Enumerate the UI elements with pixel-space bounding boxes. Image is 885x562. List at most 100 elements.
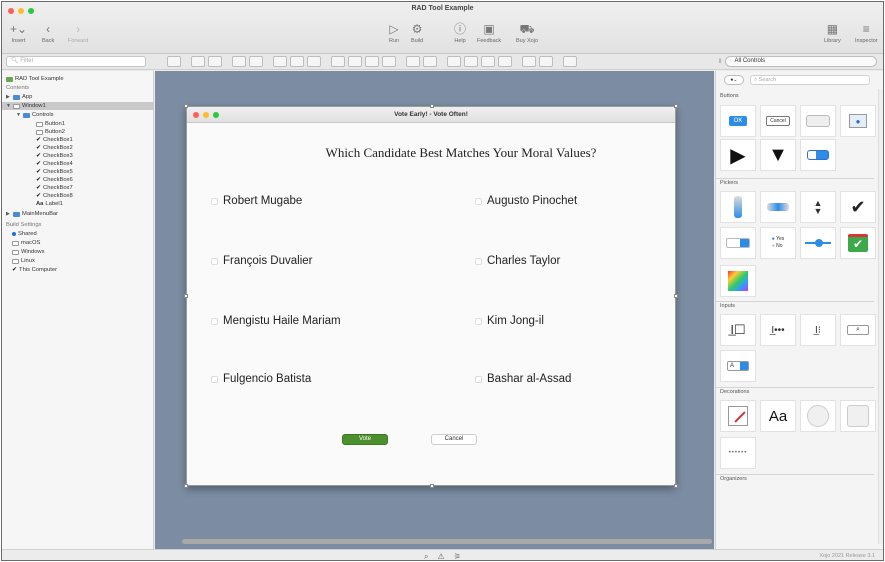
library-mask-field[interactable]: I̲••• [760, 314, 796, 346]
resize-handle[interactable] [184, 294, 188, 298]
library-switch[interactable]: ✔ [840, 227, 876, 259]
messages-icon[interactable]: ⚞ [454, 552, 461, 560]
nav-item-control[interactable]: Button1 [36, 120, 65, 128]
library-segmented-control[interactable] [800, 139, 836, 171]
library-text-area[interactable]: I̲⁝ [800, 314, 836, 346]
library-slider-vertical[interactable] [720, 191, 756, 223]
nav-item-control[interactable]: ✔ CheckBox8 [36, 192, 73, 200]
build-item-macos[interactable]: macOS [12, 239, 40, 247]
tool-button[interactable] [539, 56, 553, 67]
library-color-picker[interactable] [720, 265, 756, 297]
nav-item-menubar[interactable]: ▶ MainMenuBar [6, 210, 58, 218]
library-canvas[interactable] [720, 400, 756, 432]
nav-item-control[interactable]: ✔ CheckBox7 [36, 184, 73, 192]
tool-button[interactable] [232, 56, 246, 67]
disclosure-icon[interactable]: ▼ [6, 102, 11, 110]
library-filter-select[interactable]: All Controls [725, 56, 878, 67]
tool-button[interactable] [481, 56, 495, 67]
library-scrollbar[interactable] [878, 89, 883, 544]
tool-button[interactable] [498, 56, 512, 67]
disclosure-icon[interactable]: ▼ [16, 111, 21, 119]
build-button[interactable]: ⚙ Build [411, 22, 423, 44]
library-popup-menu[interactable] [720, 227, 756, 259]
tool-button[interactable] [563, 56, 577, 67]
tool-button[interactable] [273, 56, 287, 67]
nav-item-control[interactable]: ✔ CheckBox1 [36, 136, 73, 144]
library-popup-arrow[interactable]: ▼ [760, 139, 796, 171]
nav-item-control[interactable]: ✔ CheckBox5 [36, 168, 73, 176]
tool-button[interactable] [423, 56, 437, 67]
tool-button[interactable] [447, 56, 461, 67]
nav-item-control[interactable]: ✔ CheckBox3 [36, 152, 73, 160]
candidate-checkbox[interactable]: Robert Mugabe [211, 195, 302, 207]
tool-button[interactable] [191, 56, 205, 67]
library-oval[interactable] [800, 400, 836, 432]
candidate-checkbox[interactable]: Bashar al-Assad [475, 373, 571, 385]
library-view-toggle[interactable]: ●⌄ [724, 75, 744, 85]
build-item-windows[interactable]: Windows [12, 248, 45, 256]
library-label[interactable]: Aa [760, 400, 796, 432]
library-slider[interactable] [800, 227, 836, 259]
nav-item-control[interactable]: ✔ CheckBox4 [36, 160, 73, 168]
question-label[interactable]: Which Candidate Best Matches Your Moral … [187, 145, 675, 161]
candidate-checkbox[interactable]: Fulgencio Batista [211, 373, 311, 385]
tool-button[interactable] [382, 56, 396, 67]
build-item-shared[interactable]: Shared [12, 230, 37, 238]
tool-button[interactable] [167, 56, 181, 67]
resize-handle[interactable] [184, 484, 188, 488]
library-search-input[interactable]: ⌕ Search [750, 75, 870, 85]
buy-xojo-button[interactable]: ⛟ Buy Xojo [516, 22, 538, 44]
library-bevel-button[interactable] [800, 105, 836, 137]
search-icon[interactable]: ⌕ [424, 552, 428, 560]
candidate-checkbox[interactable]: Charles Taylor [475, 255, 560, 267]
insert-button[interactable]: +⌄ Insert [10, 22, 27, 44]
candidate-checkbox[interactable]: François Duvalier [211, 255, 312, 267]
resize-handle[interactable] [430, 104, 434, 108]
tool-button[interactable] [522, 56, 536, 67]
candidate-checkbox[interactable]: Augusto Pinochet [475, 195, 577, 207]
nav-item-control[interactable]: Aa Label1 [36, 200, 63, 208]
disclosure-icon[interactable]: ▶ [6, 210, 11, 218]
nav-item-app[interactable]: ▶ App [6, 93, 32, 101]
nav-item-controls[interactable]: ▼ Controls [16, 111, 54, 119]
library-radio-group[interactable]: ● Yes ● No [760, 227, 796, 259]
build-item-linux[interactable]: Linux [12, 257, 35, 265]
window-preview[interactable]: Vote Early! - Vote Often! Which Candidat… [184, 104, 678, 488]
run-button[interactable]: ▷ Run [389, 22, 399, 44]
tool-button[interactable] [365, 56, 379, 67]
horizontal-scrollbar[interactable] [182, 539, 712, 544]
tool-button[interactable] [307, 56, 321, 67]
library-checkbox[interactable]: ✔ [840, 191, 876, 223]
filter-input[interactable]: 🔍︎ Filter [6, 56, 146, 67]
lock-icon[interactable] [249, 56, 263, 67]
help-button[interactable]: ⓘ Help [454, 22, 466, 44]
nav-item-control[interactable]: Button2 [36, 128, 65, 136]
tool-button[interactable] [406, 56, 420, 67]
library-text-field[interactable]: I̲☐ [720, 314, 756, 346]
resize-handle[interactable] [184, 104, 188, 108]
forward-button[interactable]: › Forward [68, 22, 88, 44]
resize-handle[interactable] [430, 484, 434, 488]
library-cancel-button[interactable]: Cancel [760, 105, 796, 137]
warning-icon[interactable]: ⚠ [437, 552, 444, 560]
library-search-field[interactable]: ⌕ [840, 314, 876, 346]
library-disclosure-triangle[interactable]: ▶ [720, 139, 756, 171]
nav-item-control[interactable]: ✔ CheckBox2 [36, 144, 73, 152]
inspector-button[interactable]: ≡ Inspector [855, 22, 878, 44]
library-rectangle[interactable] [840, 400, 876, 432]
nav-item-control[interactable]: ✔ CheckBox6 [36, 176, 73, 184]
tool-button[interactable] [290, 56, 304, 67]
back-button[interactable]: ‹ Back [42, 22, 54, 44]
feedback-button[interactable]: ▣ Feedback [477, 22, 501, 44]
library-image-button[interactable]: ● [840, 105, 876, 137]
disclosure-icon[interactable]: ▶ [6, 93, 11, 101]
library-stepper[interactable] [760, 191, 796, 223]
library-updown-arrows[interactable]: ▲ ▼ [800, 191, 836, 223]
tool-button[interactable] [331, 56, 345, 67]
cancel-button[interactable]: Cancel [431, 434, 477, 445]
tool-button[interactable] [348, 56, 362, 67]
vote-button[interactable]: Vote [342, 434, 388, 445]
resize-handle[interactable] [674, 294, 678, 298]
nav-item-window[interactable]: ▼ Window1 [2, 102, 154, 110]
candidate-checkbox[interactable]: Kim Jong-il [475, 315, 544, 327]
